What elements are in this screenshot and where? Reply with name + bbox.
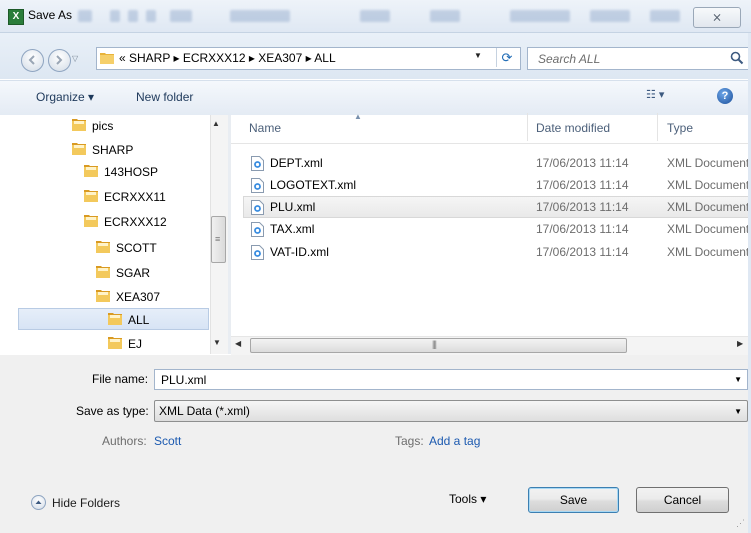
file-date-modified: 17/06/2013 11:14 — [536, 245, 629, 259]
folder-icon — [108, 313, 122, 325]
folder-icon — [72, 119, 86, 131]
recent-locations-dropdown[interactable]: ▽ — [72, 51, 82, 67]
file-type: XML Document — [667, 178, 750, 192]
nav-tree-item-label: SHARP — [92, 143, 134, 157]
xml-file-icon — [251, 178, 264, 193]
close-button[interactable]: ⨯ — [693, 7, 741, 28]
xml-file-icon — [251, 200, 264, 215]
horizontal-scroll-thumb[interactable] — [250, 338, 627, 353]
chevron-down-icon[interactable]: ▼ — [734, 407, 742, 416]
folder-icon — [84, 190, 98, 202]
column-header-type[interactable]: Type — [667, 121, 693, 135]
address-bar[interactable]: « SHARP ▸ ECRXXX12 ▸ XEA307 ▸ ALL — [96, 47, 521, 70]
file-name: DEPT.xml — [270, 156, 323, 170]
scroll-left-arrow[interactable]: ◀ — [235, 339, 241, 348]
file-row[interactable]: DEPT.xml 17/06/2013 11:14 XML Document — [243, 153, 751, 175]
file-name: TAX.xml — [270, 222, 315, 236]
file-type: XML Document — [667, 222, 750, 236]
file-type: XML Document — [667, 200, 750, 214]
file-name: PLU.xml — [270, 200, 316, 214]
file-name: VAT-ID.xml — [270, 245, 329, 259]
search-icon[interactable] — [730, 51, 744, 65]
tools-button[interactable]: Tools ▾ — [449, 492, 486, 506]
organize-button[interactable]: Organize ▾ — [36, 90, 94, 104]
folder-icon — [100, 53, 114, 64]
forward-arrow-icon — [56, 55, 63, 65]
save-button[interactable]: Save — [528, 487, 619, 513]
search-input[interactable] — [536, 51, 710, 67]
window-title: Save As — [28, 8, 73, 22]
folder-icon — [96, 241, 110, 253]
nav-tree-item-label: SGAR — [116, 266, 151, 280]
tags-field[interactable]: Add a tag — [429, 434, 480, 448]
file-date-modified: 17/06/2013 11:14 — [536, 222, 629, 236]
scroll-grip-icon: ||| — [432, 339, 437, 349]
nav-tree-item-label: XEA307 — [116, 290, 161, 304]
authors-field[interactable]: Scott — [154, 434, 181, 448]
blurred-background-ribbon — [70, 6, 690, 28]
folder-icon — [72, 143, 86, 155]
nav-scroll-down-arrow[interactable]: ▼ — [213, 338, 221, 347]
chevron-down-icon[interactable]: ▼ — [734, 375, 742, 384]
new-folder-button[interactable]: New folder — [136, 90, 193, 104]
nav-tree-item-label: ALL — [128, 313, 150, 327]
folder-icon — [84, 165, 98, 177]
authors-label: Authors: — [102, 434, 147, 448]
nav-tree-item-label: EJ — [128, 337, 143, 351]
nav-tree-item-label: pics — [92, 119, 114, 133]
hide-folders-button[interactable]: Hide Folders — [52, 496, 120, 510]
xml-file-icon — [251, 222, 264, 237]
save-as-type-label: Save as type: — [76, 404, 149, 418]
file-name-combobox[interactable]: ▼ — [154, 369, 748, 390]
sort-ascending-icon: ▲ — [354, 112, 362, 121]
views-button[interactable]: ☷ ▾ — [646, 88, 686, 106]
breadcrumb[interactable]: « SHARP ▸ ECRXXX12 ▸ XEA307 ▸ ALL — [119, 51, 336, 65]
file-date-modified: 17/06/2013 11:14 — [536, 200, 629, 214]
column-divider[interactable] — [657, 113, 658, 141]
save-as-type-value: XML Data (*.xml) — [159, 404, 250, 418]
file-date-modified: 17/06/2013 11:14 — [536, 178, 629, 192]
search-box[interactable] — [527, 47, 750, 70]
column-header-name[interactable]: Name — [249, 121, 281, 135]
file-date-modified: 17/06/2013 11:14 — [536, 156, 629, 170]
resize-grip-icon[interactable]: ⋰ — [736, 518, 745, 529]
file-row[interactable]: TAX.xml 17/06/2013 11:14 XML Document — [243, 219, 751, 241]
save-as-type-select[interactable]: XML Data (*.xml) ▼ — [154, 400, 748, 422]
nav-tree-item-label: ECRXXX11 — [104, 190, 166, 204]
forward-button[interactable] — [48, 49, 71, 72]
nav-tree-item-label: 143HOSP — [104, 165, 159, 179]
scroll-right-arrow[interactable]: ▶ — [737, 339, 743, 348]
nav-tree-item-label: SCOTT — [116, 241, 157, 255]
scroll-grip-icon: ≡ — [215, 234, 221, 244]
refresh-button[interactable]: ⟳ — [496, 48, 517, 67]
excel-app-icon: X — [8, 9, 24, 25]
folder-icon — [108, 337, 122, 349]
xml-file-icon — [251, 156, 264, 171]
file-row[interactable]: VAT-ID.xml 17/06/2013 11:14 XML Document — [243, 242, 751, 264]
file-name-input[interactable] — [159, 372, 723, 388]
nav-scroll-up-arrow[interactable]: ▲ — [212, 119, 220, 128]
back-button[interactable] — [21, 49, 44, 72]
tags-label: Tags: — [395, 434, 424, 448]
command-bar — [0, 80, 751, 116]
folder-icon — [96, 290, 110, 302]
file-row[interactable]: PLU.xml 17/06/2013 11:14 XML Document — [243, 197, 751, 219]
address-dropdown-arrow[interactable]: ▼ — [474, 51, 482, 60]
back-arrow-icon — [28, 55, 35, 65]
folder-icon — [96, 266, 110, 278]
folder-icon — [84, 215, 98, 227]
nav-tree-item-label: ECRXXX12 — [104, 215, 167, 229]
file-type: XML Document — [667, 245, 750, 259]
file-name: LOGOTEXT.xml — [270, 178, 357, 192]
help-icon[interactable]: ? — [717, 88, 733, 104]
chevron-up-icon[interactable] — [31, 495, 46, 510]
file-row[interactable]: LOGOTEXT.xml 17/06/2013 11:14 XML Document — [243, 175, 751, 197]
file-type: XML Document — [667, 156, 750, 170]
file-name-label: File name: — [92, 372, 149, 386]
cancel-button[interactable]: Cancel — [636, 487, 729, 513]
column-header-date-modified[interactable]: Date modified — [536, 121, 610, 135]
column-divider[interactable] — [527, 113, 528, 141]
xml-file-icon — [251, 245, 264, 260]
